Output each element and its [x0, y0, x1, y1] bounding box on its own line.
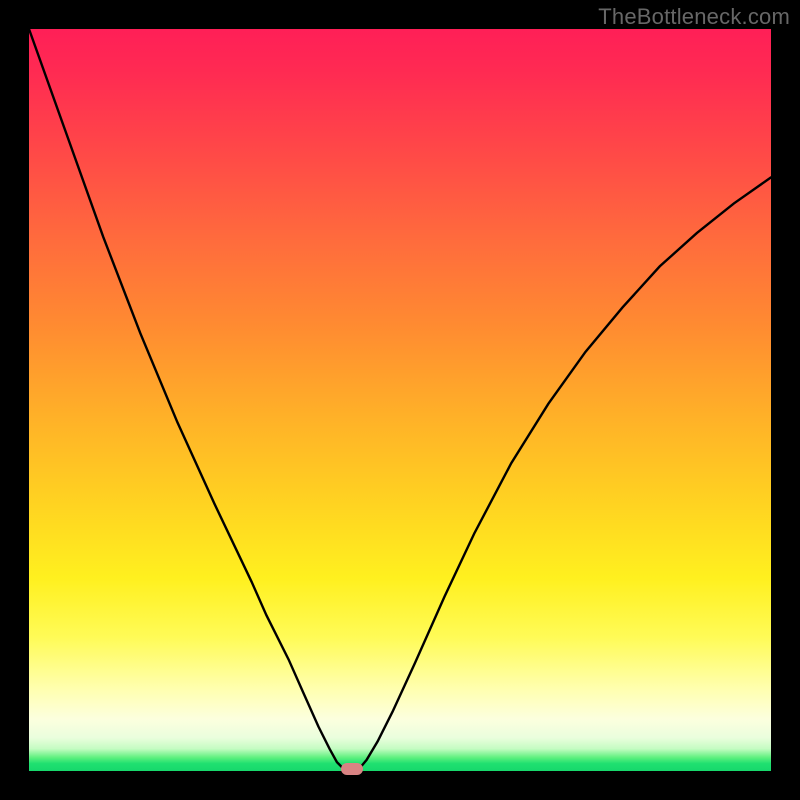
bottleneck-curve [29, 29, 771, 771]
plot-area [29, 29, 771, 771]
watermark-text: TheBottleneck.com [598, 4, 790, 30]
optimal-marker [341, 763, 363, 775]
chart-frame: TheBottleneck.com [0, 0, 800, 800]
